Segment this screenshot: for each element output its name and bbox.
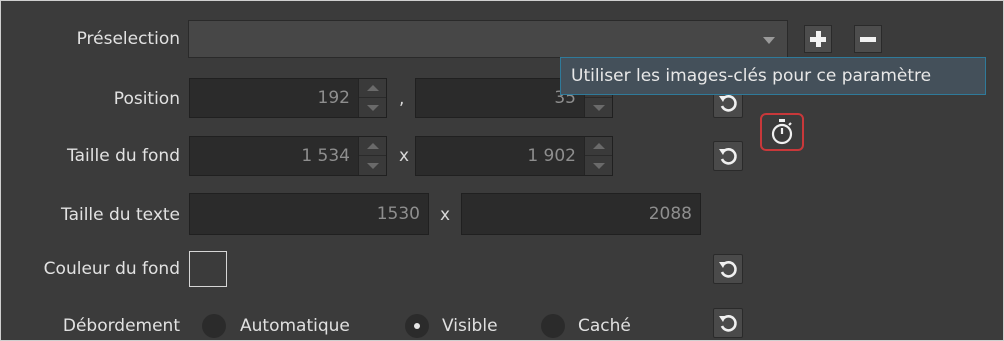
chevron-down-icon — [763, 37, 775, 44]
taille-texte-h-value: 2088 — [648, 204, 692, 224]
spin-down-button[interactable] — [359, 98, 386, 117]
spin-up-button[interactable] — [359, 79, 386, 98]
spin-down-button[interactable] — [359, 156, 386, 175]
keyframes-button[interactable] — [760, 113, 804, 151]
reset-icon — [719, 95, 737, 112]
radio-label-visible[interactable]: Visible — [442, 316, 498, 336]
radio-cache[interactable] — [541, 314, 565, 338]
taille-fond-h-spinner[interactable] — [584, 137, 612, 175]
keyframes-tooltip: Utiliser les images-clés pour ce paramèt… — [560, 57, 986, 95]
add-preset-button[interactable] — [804, 25, 832, 53]
taille-texte-h-field: 2088 — [461, 193, 701, 235]
spin-up-button[interactable] — [359, 137, 386, 156]
taille-fond-w-spinner[interactable] — [358, 137, 386, 175]
position-x-field[interactable]: 192 — [189, 78, 387, 118]
position-x-spinner[interactable] — [358, 79, 386, 117]
position-label: Position — [113, 89, 180, 109]
taille-fond-w-field[interactable]: 1 534 — [189, 136, 387, 176]
stopwatch-icon — [771, 119, 793, 145]
taille-texte-w-field: 1530 — [189, 193, 429, 235]
radio-automatique[interactable] — [202, 314, 226, 338]
preselection-label: Préselection — [76, 29, 180, 49]
taille-fond-reset-button[interactable] — [713, 141, 743, 171]
position-separator: , — [399, 89, 405, 109]
remove-preset-button[interactable] — [854, 25, 882, 53]
taille-texte-w-value: 1530 — [376, 204, 420, 224]
position-x-value: 192 — [317, 88, 350, 108]
taille-fond-label: Taille du fond — [67, 146, 180, 166]
reset-icon — [719, 315, 737, 332]
preselection-combobox[interactable] — [188, 20, 788, 58]
radio-label-automatique[interactable]: Automatique — [240, 316, 350, 336]
spin-down-button[interactable] — [585, 98, 612, 117]
taille-fond-h-field[interactable]: 1 902 — [415, 136, 613, 176]
spin-down-button[interactable] — [585, 156, 612, 175]
couleur-fond-label: Couleur du fond — [43, 259, 180, 279]
couleur-fond-reset-button[interactable] — [713, 254, 743, 284]
taille-fond-separator: x — [399, 146, 410, 166]
taille-texte-separator: x — [440, 205, 451, 225]
debordement-reset-button[interactable] — [713, 308, 743, 338]
taille-fond-h-value: 1 902 — [527, 146, 576, 166]
debordement-label: Débordement — [62, 316, 180, 336]
color-swatch-button[interactable] — [189, 251, 227, 287]
taille-texte-label: Taille du texte — [61, 205, 180, 225]
radio-label-cache[interactable]: Caché — [578, 316, 631, 336]
radio-visible[interactable] — [405, 314, 429, 338]
minus-icon — [860, 37, 876, 42]
spin-up-button[interactable] — [585, 137, 612, 156]
taille-fond-w-value: 1 534 — [301, 146, 350, 166]
reset-icon — [719, 148, 737, 165]
reset-icon — [719, 261, 737, 278]
